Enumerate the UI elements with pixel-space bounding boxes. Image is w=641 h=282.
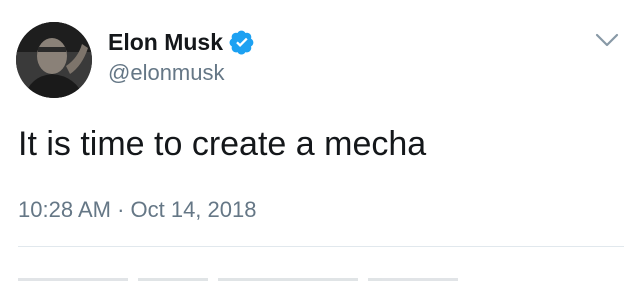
cropped-stat (368, 278, 458, 281)
display-name[interactable]: Elon Musk (108, 29, 223, 55)
avatar[interactable] (16, 22, 92, 98)
cropped-stat (18, 278, 128, 281)
user-handle[interactable]: @elonmusk (108, 60, 225, 86)
tweet-card: Elon Musk @elonmusk It is time to create… (0, 0, 641, 282)
author-name-row[interactable]: Elon Musk (108, 29, 255, 55)
verified-badge-icon (229, 29, 255, 55)
cropped-stats-row (18, 274, 624, 282)
tweet-text: It is time to create a mecha (18, 125, 427, 163)
cropped-stat (218, 278, 358, 281)
chevron-down-icon[interactable] (594, 30, 620, 50)
tweet-timestamp[interactable]: 10:28 AM · Oct 14, 2018 (18, 197, 256, 223)
cropped-stat (138, 278, 208, 281)
divider (18, 246, 624, 247)
avatar-photo (16, 22, 92, 98)
